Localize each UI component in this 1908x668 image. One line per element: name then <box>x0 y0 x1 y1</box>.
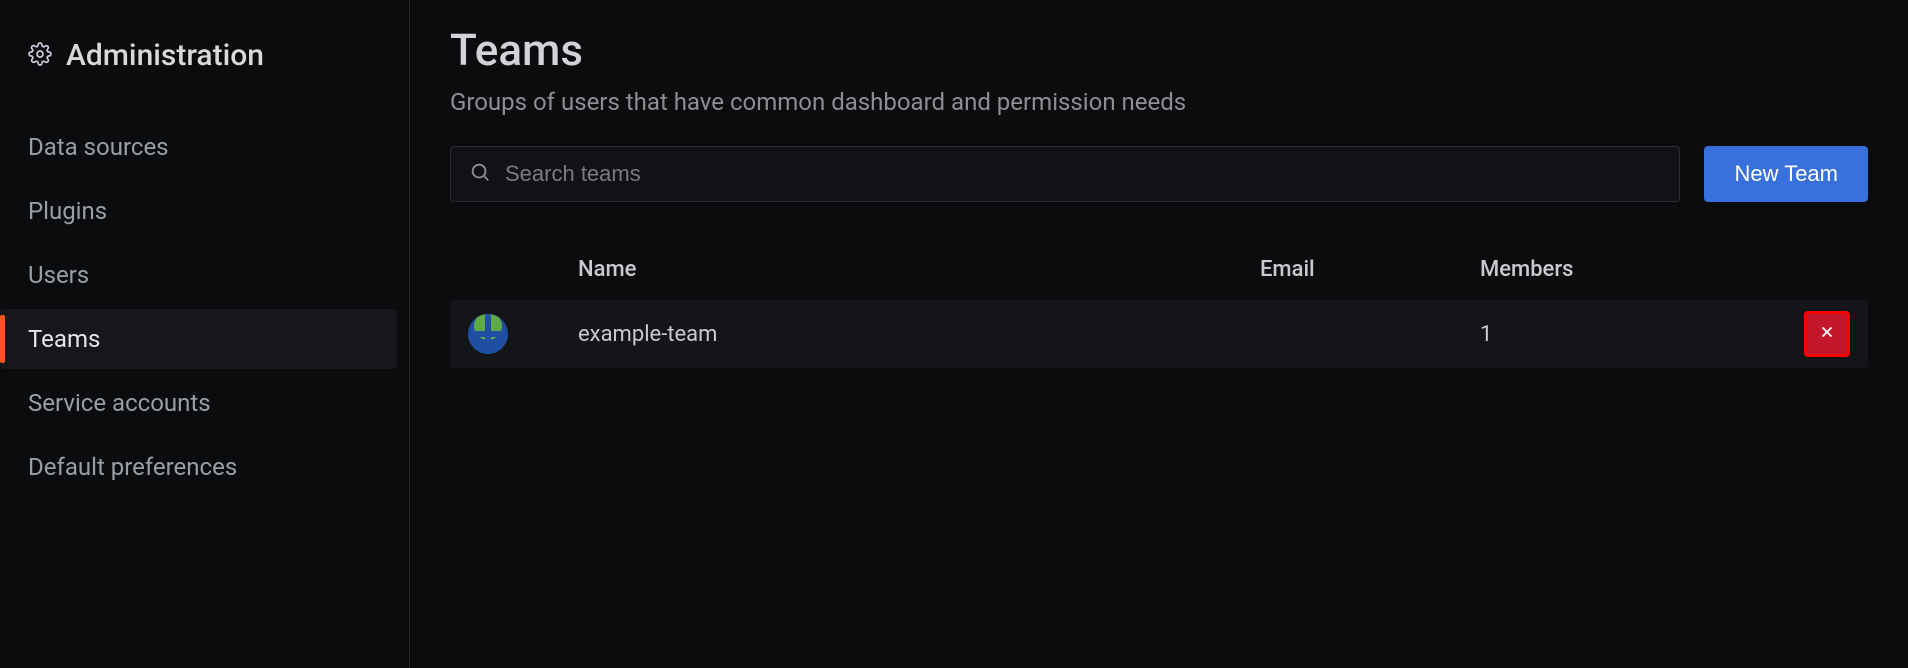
sidebar-item-users[interactable]: Users <box>0 245 397 305</box>
team-avatar <box>468 314 508 354</box>
gear-icon <box>28 42 52 70</box>
sidebar-item-label: Plugins <box>28 197 107 225</box>
main-content: Teams Groups of users that have common d… <box>410 0 1908 668</box>
page-subtitle: Groups of users that have common dashboa… <box>450 88 1868 116</box>
sidebar-item-label: Users <box>28 261 89 289</box>
cell-members: 1 <box>1480 322 1780 347</box>
col-email: Email <box>1260 257 1480 282</box>
table-row[interactable]: example-team 1 <box>450 300 1868 368</box>
cell-name: example-team <box>578 322 1260 347</box>
col-members: Members <box>1480 257 1780 282</box>
sidebar-item-default-preferences[interactable]: Default preferences <box>0 437 397 497</box>
sidebar-item-label: Service accounts <box>28 389 211 417</box>
sidebar-title: Administration <box>66 38 264 73</box>
close-icon <box>1818 322 1836 347</box>
sidebar-item-label: Default preferences <box>28 453 237 481</box>
search-icon <box>469 161 505 187</box>
sidebar-item-data-sources[interactable]: Data sources <box>0 117 397 177</box>
sidebar: Administration Data sources Plugins User… <box>0 0 410 668</box>
col-name: Name <box>578 257 1260 282</box>
delete-team-button[interactable] <box>1804 311 1850 357</box>
search-field[interactable] <box>450 146 1680 202</box>
sidebar-header: Administration <box>0 28 409 113</box>
search-input[interactable] <box>505 161 1661 187</box>
new-team-button[interactable]: New Team <box>1704 146 1868 202</box>
page-title: Teams <box>450 24 1868 76</box>
sidebar-item-teams[interactable]: Teams <box>0 309 397 369</box>
sidebar-item-label: Teams <box>28 325 100 353</box>
sidebar-item-label: Data sources <box>28 133 169 161</box>
toolbar: New Team <box>450 146 1868 202</box>
sidebar-item-service-accounts[interactable]: Service accounts <box>0 373 397 433</box>
sidebar-item-plugins[interactable]: Plugins <box>0 181 397 241</box>
table-header: Name Email Members <box>450 238 1868 300</box>
teams-table: Name Email Members example-team 1 <box>450 238 1868 368</box>
